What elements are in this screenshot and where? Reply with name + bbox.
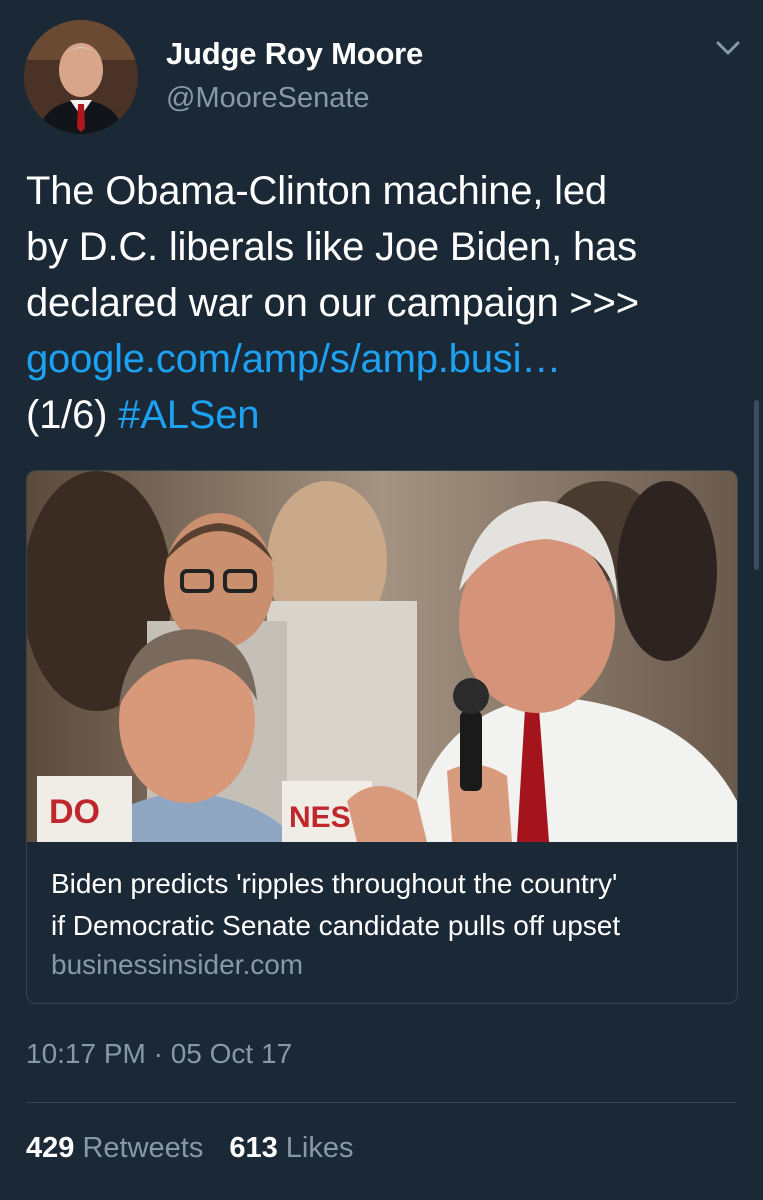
card-domain: businessinsider.com bbox=[51, 949, 304, 980]
tweet-text-line-last: (1/6) #ALSen bbox=[26, 387, 746, 443]
likes-stat[interactable]: 613 Likes bbox=[229, 1132, 353, 1164]
tweet-text-line: The Obama-Clinton machine, led bbox=[26, 169, 607, 213]
likes-count: 613 bbox=[229, 1132, 278, 1164]
photo-sign-text-2: NES bbox=[289, 801, 351, 834]
retweets-stat[interactable]: 429 Retweets bbox=[26, 1132, 203, 1164]
card-title-line: if Democratic Senate candidate pulls off… bbox=[51, 910, 621, 941]
card-image[interactable]: DO NES bbox=[27, 471, 737, 842]
likes-label: Likes bbox=[285, 1132, 354, 1164]
retweets-label: Retweets bbox=[82, 1132, 204, 1164]
link-preview-card[interactable]: DO NES Biden predicts 'ripples throughou… bbox=[26, 470, 738, 1004]
tweet-stats: 429 Retweets 613 Likes bbox=[26, 1132, 354, 1165]
author-handle[interactable]: @MooreSenate bbox=[166, 82, 370, 115]
retweets-count: 429 bbox=[26, 1132, 75, 1164]
hashtag-link[interactable]: #ALSen bbox=[118, 393, 259, 437]
card-title-line: Biden predicts 'ripples throughout the c… bbox=[51, 868, 618, 899]
tweet-link[interactable]: google.com/amp/s/amp.busi… bbox=[26, 331, 746, 387]
thread-marker: (1/6) bbox=[26, 393, 108, 437]
chevron-down-icon[interactable] bbox=[711, 34, 745, 62]
avatar-photo bbox=[24, 20, 138, 134]
tweet-text-line: by D.C. liberals like Joe Biden, has bbox=[26, 225, 637, 269]
photo-sign-text: DO bbox=[49, 793, 100, 831]
author-name[interactable]: Judge Roy Moore bbox=[166, 36, 423, 72]
tweet-text: The Obama-Clinton machine, led by D.C. l… bbox=[26, 163, 746, 443]
tweet-page: Judge Roy Moore @MooreSenate The Obama-C… bbox=[0, 0, 763, 1200]
tweet-text-line: declared war on our campaign >>> bbox=[26, 281, 639, 325]
scrollbar[interactable] bbox=[754, 400, 759, 570]
divider bbox=[26, 1102, 736, 1103]
tweet-timestamp[interactable]: 10:17 PM · 05 Oct 17 bbox=[26, 1038, 292, 1070]
avatar[interactable] bbox=[24, 20, 138, 134]
card-title[interactable]: Biden predicts 'ripples throughout the c… bbox=[51, 863, 731, 947]
